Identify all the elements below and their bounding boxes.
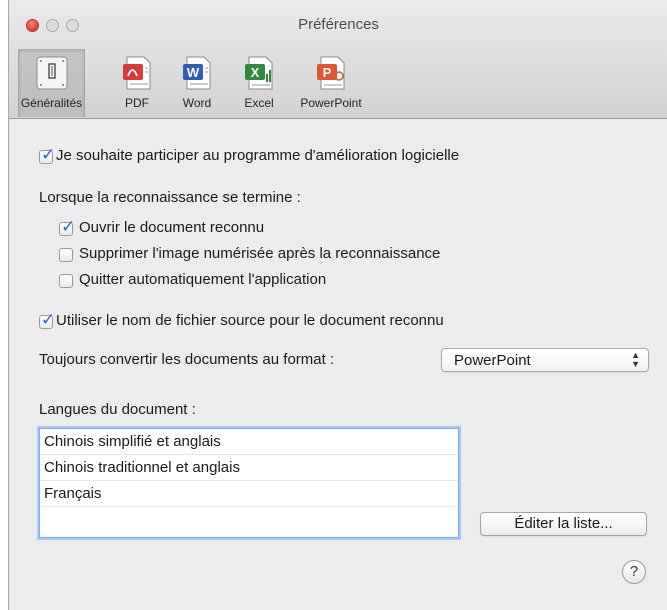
general-settings-icon	[34, 54, 70, 92]
checkmark-icon: ✓	[41, 310, 56, 329]
open-document-label: Ouvrir le document reconnu	[79, 219, 265, 236]
general-settings-pane: ✓ Je souhaite participer au programme d'…	[9, 119, 667, 610]
pdf-icon	[119, 54, 155, 92]
powerpoint-icon: P	[313, 54, 349, 92]
tab-pdf-label: PDF	[125, 96, 149, 110]
delete-image-checkbox[interactable]	[59, 248, 73, 262]
list-item[interactable]: Chinois simplifié et anglais	[40, 429, 458, 455]
languages-list[interactable]: Chinois simplifié et anglais Chinois tra…	[39, 428, 459, 538]
checkmark-icon: ✓	[41, 145, 56, 164]
tab-word[interactable]: W Word	[169, 49, 225, 117]
delete-image-label: Supprimer l'image numérisée après la rec…	[79, 245, 441, 262]
edit-list-button[interactable]: Éditer la liste...	[480, 512, 647, 536]
open-document-checkbox[interactable]: ✓	[59, 218, 75, 236]
checkmark-icon: ✓	[61, 217, 76, 236]
use-source-name-checkbox[interactable]: ✓	[39, 311, 55, 329]
languages-label: Langues du document :	[39, 401, 196, 418]
word-icon: W	[179, 54, 215, 92]
svg-text:W: W	[187, 65, 200, 80]
list-item[interactable]: Chinois traditionnel et anglais	[40, 455, 458, 481]
window-title: Préférences	[298, 16, 379, 33]
svg-text:X: X	[251, 65, 260, 80]
help-icon: ?	[629, 563, 639, 580]
toolbar: Préférences Généralités PDF W Word X Exc…	[9, 0, 667, 119]
updown-arrows-icon: ▲ ▼	[631, 350, 640, 369]
tab-general-label: Généralités	[20, 96, 83, 110]
participate-checkbox[interactable]: ✓	[39, 146, 55, 164]
on-finish-heading: Lorsque la reconnaissance se termine :	[39, 189, 301, 206]
tab-pdf[interactable]: PDF	[113, 49, 161, 117]
tab-powerpoint[interactable]: P PowerPoint	[289, 49, 373, 117]
svg-text:P: P	[323, 65, 332, 80]
help-button[interactable]: ?	[622, 560, 646, 584]
tab-powerpoint-label: PowerPoint	[300, 96, 362, 110]
quit-app-checkbox[interactable]	[59, 274, 73, 288]
list-item[interactable]: Français	[40, 481, 458, 507]
tab-word-label: Word	[182, 96, 212, 110]
quit-app-label: Quitter automatiquement l'application	[79, 271, 327, 288]
preferences-window: Préférences Généralités PDF W Word X Exc…	[8, 0, 667, 610]
excel-icon: X	[241, 54, 277, 92]
tab-excel[interactable]: X Excel	[231, 49, 287, 117]
participate-label: Je souhaite participer au programme d'am…	[56, 147, 460, 164]
tab-excel-label: Excel	[244, 96, 274, 110]
format-select-value: PowerPoint	[454, 352, 531, 369]
tab-general[interactable]: Généralités	[18, 49, 85, 117]
format-select[interactable]: PowerPoint ▲ ▼	[441, 348, 649, 372]
use-source-name-label: Utiliser le nom de fichier source pour l…	[56, 312, 444, 329]
list-empty-row	[40, 507, 458, 532]
format-label: Toujours convertir les documents au form…	[39, 351, 335, 368]
